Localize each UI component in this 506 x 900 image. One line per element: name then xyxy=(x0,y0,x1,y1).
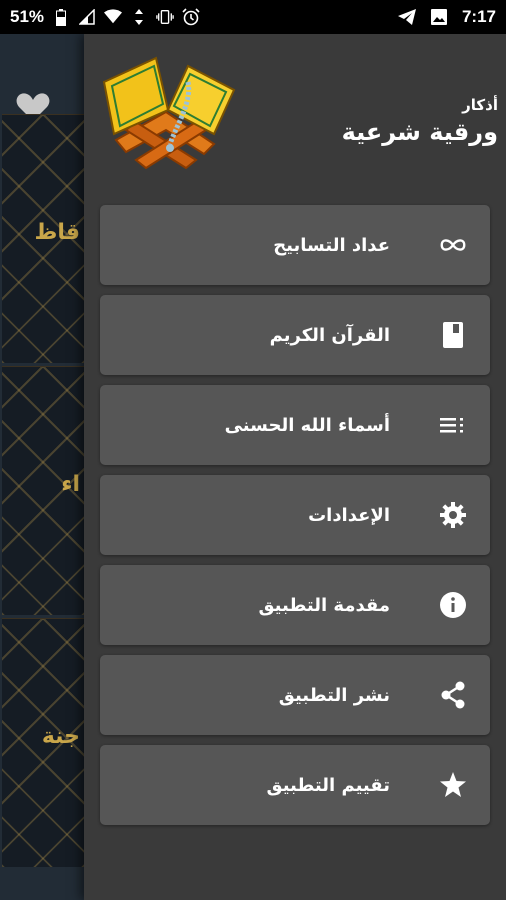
menu-item-rate-app[interactable]: تقييم التطبيق xyxy=(100,745,490,825)
list-icon xyxy=(438,410,468,440)
menu-item-label: عداد التسابيح xyxy=(273,234,390,256)
app-title-small: أذكار xyxy=(462,96,498,114)
data-arrows-icon xyxy=(130,8,148,26)
share-icon xyxy=(438,680,468,710)
menu-item-label: تقييم التطبيق xyxy=(266,774,390,796)
menu-item-names-of-allah[interactable]: أسماء الله الحسنى xyxy=(100,385,490,465)
wifi-icon xyxy=(104,8,123,26)
battery-percent: 51% xyxy=(10,7,45,26)
clock-time: 7:17 xyxy=(461,7,496,26)
status-bar: 51% 7:17 xyxy=(0,0,506,34)
menu-item-label: الإعدادات xyxy=(308,504,390,526)
menu-item-app-intro[interactable]: مقدمة التطبيق xyxy=(100,565,490,645)
app-title: ورقية شرعية xyxy=(341,118,498,146)
alarm-icon xyxy=(182,8,200,26)
gallery-icon xyxy=(430,8,448,26)
gear-icon xyxy=(438,500,468,530)
menu-item-settings[interactable]: الإعدادات xyxy=(100,475,490,555)
quran-book-icon xyxy=(96,52,238,170)
info-icon xyxy=(438,590,468,620)
background-card-label-1: قاظ xyxy=(34,220,80,245)
background-card-label-2: اء xyxy=(61,472,80,497)
menu-item-label: القرآن الكريم xyxy=(269,324,390,346)
background-card-2[interactable]: اء xyxy=(2,366,84,615)
menu-item-label: أسماء الله الحسنى xyxy=(224,414,390,436)
telegram-icon xyxy=(397,8,416,26)
book-icon xyxy=(438,320,468,350)
menu-item-share-app[interactable]: نشر التطبيق xyxy=(100,655,490,735)
background-card-label-3: جنة xyxy=(41,724,80,749)
star-icon xyxy=(438,770,468,800)
background-card-1[interactable]: قاظ xyxy=(2,114,84,363)
vibrate-icon xyxy=(156,8,174,26)
menu-item-tasbih-counter[interactable]: عداد التسابيح xyxy=(100,205,490,285)
background-card-3[interactable]: جنة xyxy=(2,618,84,867)
infinity-icon xyxy=(438,230,468,260)
menu-item-holy-quran[interactable]: القرآن الكريم xyxy=(100,295,490,375)
menu-item-label: نشر التطبيق xyxy=(278,684,390,706)
signal-icon xyxy=(78,8,96,26)
menu-item-label: مقدمة التطبيق xyxy=(258,594,390,616)
drawer-header: أذكار ورقية شرعية xyxy=(84,34,506,184)
navigation-drawer: أذكار ورقية شرعية عداد التسابيح القرآن ا… xyxy=(84,34,506,900)
battery-icon xyxy=(52,8,70,26)
